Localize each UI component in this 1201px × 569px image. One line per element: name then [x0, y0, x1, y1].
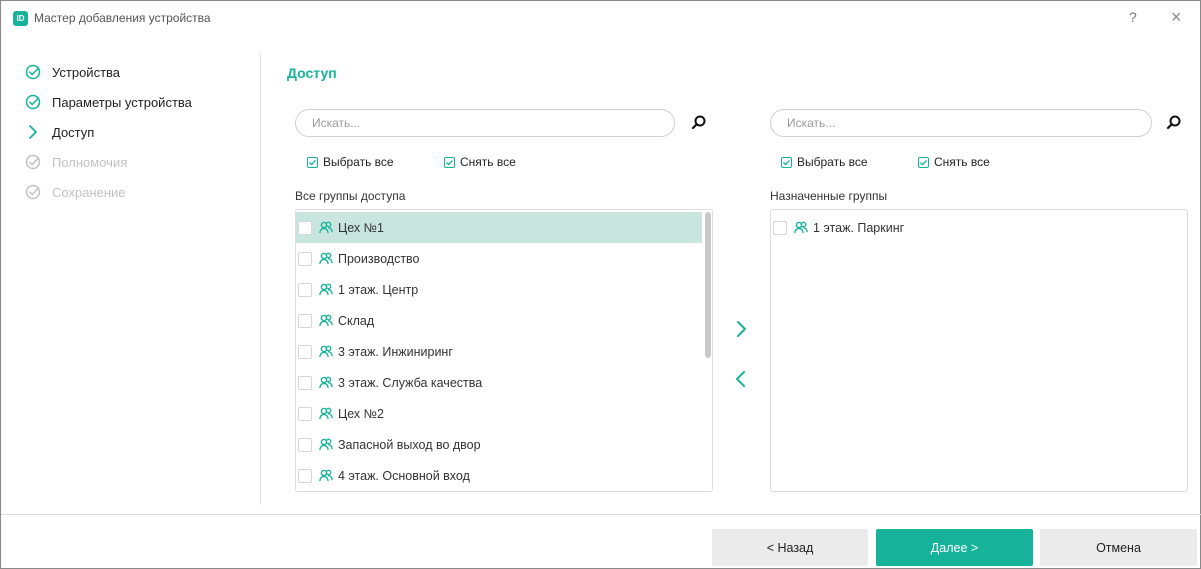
wizard-step-label: Доступ	[52, 124, 95, 140]
left-deselect-all-button[interactable]: Снять все	[444, 153, 516, 171]
wizard-step-label: Сохранение	[52, 184, 126, 200]
assigned-groups-list[interactable]: 1 этаж. Паркинг	[770, 209, 1188, 492]
check-square-icon	[444, 156, 455, 168]
assigned-groups-title: Назначенные группы	[770, 189, 888, 203]
list-item[interactable]: 1 этаж. Центр	[296, 274, 702, 305]
list-item[interactable]: 4 этаж. Основной вход	[296, 460, 702, 491]
list-item-label: Цех №2	[338, 406, 385, 421]
user-group-icon	[318, 437, 334, 453]
chevron-right-icon	[737, 321, 746, 337]
list-item-label: 1 этаж. Паркинг	[813, 220, 905, 235]
user-group-icon	[793, 220, 809, 236]
left-search-box[interactable]	[295, 109, 675, 137]
all-groups-title: Все группы доступа	[295, 189, 406, 203]
wizard-step: Параметры устройства	[25, 91, 192, 113]
list-item-label: Цех №1	[338, 220, 385, 235]
wizard-step-label: Устройства	[52, 64, 121, 80]
app-logo-icon: ID	[13, 11, 28, 26]
list-item-checkbox[interactable]	[298, 344, 312, 359]
check-circle-icon	[25, 154, 41, 170]
wizard-step-label: Параметры устройства	[52, 94, 192, 110]
list-item-checkbox[interactable]	[298, 313, 312, 328]
right-select-all-button[interactable]: Выбрать все	[781, 153, 868, 171]
list-item[interactable]: Склад	[296, 305, 702, 336]
list-item-checkbox[interactable]	[298, 282, 312, 297]
check-square-icon	[781, 156, 792, 168]
chevron-right-icon	[25, 124, 41, 140]
list-item-checkbox[interactable]	[773, 220, 787, 235]
list-item-label: 1 этаж. Центр	[338, 282, 419, 297]
check-circle-icon	[25, 64, 41, 80]
list-item-checkbox[interactable]	[298, 375, 312, 390]
list-item-checkbox[interactable]	[298, 406, 312, 421]
list-item-label: 3 этаж. Служба качества	[338, 375, 483, 390]
list-item[interactable]: Цех №1	[296, 212, 702, 243]
list-item[interactable]: Производство	[296, 243, 702, 274]
check-circle-icon	[25, 184, 41, 200]
list-item-label: 3 этаж. Инжиниринг	[338, 344, 453, 359]
list-item-label: 4 этаж. Основной вход	[338, 468, 470, 483]
list-item-checkbox[interactable]	[298, 251, 312, 266]
wizard-step: Полномочия	[25, 151, 127, 173]
footer-divider	[1, 514, 1201, 515]
right-deselect-all-button[interactable]: Снять все	[918, 153, 990, 171]
left-select-all-label: Выбрать все	[323, 155, 394, 169]
list-item-checkbox[interactable]	[298, 468, 312, 483]
list-item[interactable]: 3 этаж. Инжиниринг	[296, 336, 702, 367]
all-groups-list[interactable]: 4 этаж. Основной вход Запасной выход во д…	[295, 209, 713, 492]
user-group-icon	[318, 375, 334, 391]
sidebar-divider	[260, 53, 261, 505]
list-item-checkbox[interactable]	[298, 220, 312, 235]
move-right-button[interactable]	[733, 319, 749, 339]
left-search-icon[interactable]	[690, 114, 708, 132]
wizard-step: Устройства	[25, 61, 120, 83]
scrollbar-thumb[interactable]	[705, 212, 711, 358]
list-item[interactable]: Цех №2	[296, 398, 702, 429]
move-left-button[interactable]	[733, 369, 749, 389]
next-button[interactable]: Далее >	[876, 529, 1033, 566]
help-button[interactable]: ?	[1129, 9, 1137, 25]
right-deselect-all-label: Снять все	[934, 155, 990, 169]
user-group-icon	[318, 344, 334, 360]
cancel-button[interactable]: Отмена	[1040, 529, 1197, 566]
back-button[interactable]: < Назад	[712, 529, 868, 566]
list-item[interactable]: 1 этаж. Паркинг	[771, 212, 1187, 243]
wizard-step: Доступ	[25, 121, 94, 143]
close-button[interactable]: ×	[1171, 7, 1182, 28]
user-group-icon	[318, 313, 334, 329]
list-item-checkbox[interactable]	[298, 437, 312, 452]
right-search-icon[interactable]	[1165, 114, 1183, 132]
left-deselect-all-label: Снять все	[460, 155, 516, 169]
user-group-icon	[318, 282, 334, 298]
list-item-label: Склад	[338, 313, 375, 328]
wizard-step-label: Полномочия	[52, 154, 128, 170]
user-group-icon	[318, 406, 334, 422]
right-search-input[interactable]	[771, 110, 1151, 136]
check-circle-icon	[25, 94, 41, 110]
list-item[interactable]: Запасной выход во двор	[296, 429, 702, 460]
section-title: Доступ	[287, 65, 337, 81]
list-item-label: Производство	[338, 251, 420, 266]
left-select-all-button[interactable]: Выбрать все	[307, 153, 394, 171]
check-square-icon	[307, 156, 318, 168]
left-search-input[interactable]	[296, 110, 674, 136]
user-group-icon	[318, 220, 334, 236]
chevron-left-icon	[736, 371, 745, 387]
title-bar: ID Мастер добавления устройства ? ×	[1, 1, 1200, 35]
user-group-icon	[318, 468, 334, 484]
wizard-window: ID Мастер добавления устройства ? × Устр…	[0, 0, 1201, 569]
list-item-label: Запасной выход во двор	[338, 437, 481, 452]
wizard-step: Сохранение	[25, 181, 126, 203]
right-select-all-label: Выбрать все	[797, 155, 868, 169]
user-group-icon	[318, 251, 334, 267]
right-search-box[interactable]	[770, 109, 1152, 137]
check-square-icon	[918, 156, 929, 168]
window-title: Мастер добавления устройства	[34, 11, 211, 25]
list-item[interactable]: 3 этаж. Служба качества	[296, 367, 702, 398]
